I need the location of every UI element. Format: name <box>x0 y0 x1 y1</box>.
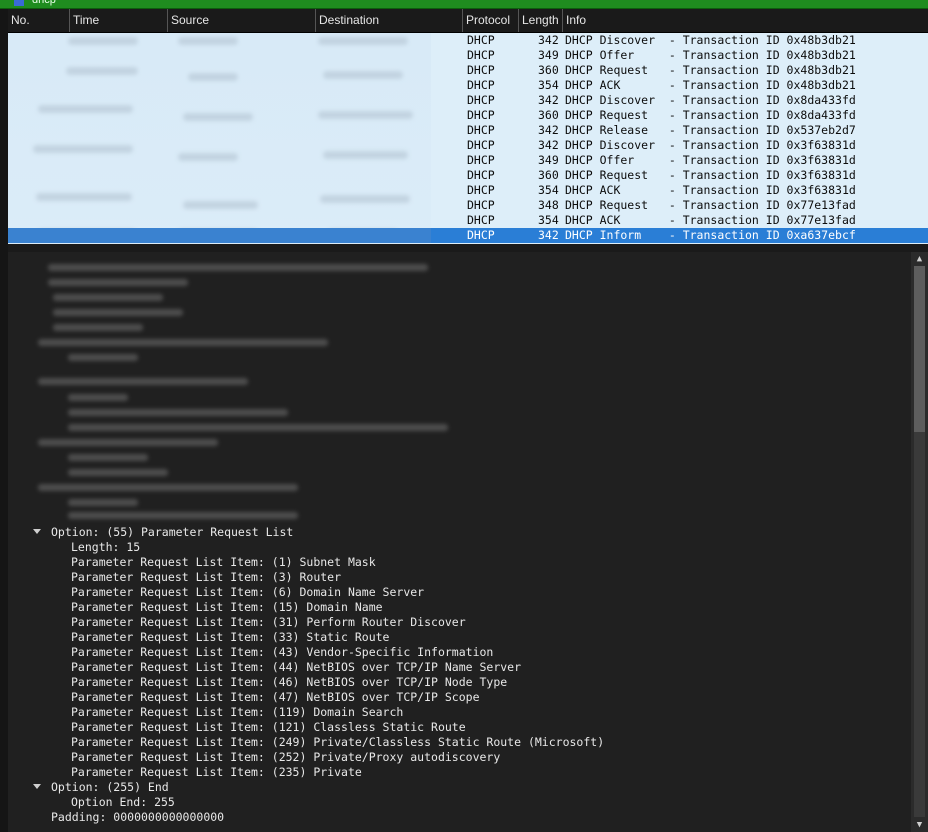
column-header-source[interactable]: Source <box>168 9 316 32</box>
packet-protocol: DHCP <box>467 123 495 137</box>
packet-row[interactable]: DHCP 354 DHCP ACK - Transaction ID 0x3f638… <box>8 183 928 198</box>
packet-length: 342 <box>538 123 559 137</box>
packet-row[interactable]: DHCP 348 DHCP Request - Transaction ID 0x7… <box>8 198 928 213</box>
redacted-detail-tree <box>8 252 453 522</box>
packet-info: DHCP Request - Transaction ID 0x8da433fd <box>565 108 856 122</box>
option-55-node[interactable]: Option: (55) Parameter Request List <box>51 525 293 540</box>
column-header-destination[interactable]: Destination <box>316 9 463 32</box>
packet-info: DHCP ACK - Transaction ID 0x48b3db21 <box>565 78 856 92</box>
option-55-length[interactable]: Length: 15 <box>71 540 140 555</box>
bookmark-icon[interactable] <box>14 0 24 6</box>
packet-length: 354 <box>538 78 559 92</box>
packet-length: 354 <box>538 183 559 197</box>
packet-protocol: DHCP <box>467 198 495 212</box>
packet-protocol: DHCP <box>467 63 495 77</box>
packet-protocol: DHCP <box>467 183 495 197</box>
desktop-edge <box>0 0 8 832</box>
packet-protocol: DHCP <box>467 138 495 152</box>
scroll-up-arrow-icon[interactable]: ▲ <box>911 252 928 266</box>
packet-protocol: DHCP <box>467 153 495 167</box>
display-filter-bar[interactable]: dhcp <box>0 0 928 9</box>
parameter-request-list-item[interactable]: Parameter Request List Item: (6) Domain … <box>71 585 424 600</box>
packet-info: DHCP Offer - Transaction ID 0x48b3db21 <box>565 48 856 62</box>
packet-protocol: DHCP <box>467 108 495 122</box>
parameter-request-list-item[interactable]: Parameter Request List Item: (252) Priva… <box>71 750 500 765</box>
parameter-request-list-item[interactable]: Parameter Request List Item: (46) NetBIO… <box>71 675 507 690</box>
packet-row[interactable]: DHCP 342 DHCP Discover - Transaction ID 0x… <box>8 93 928 108</box>
packet-length: 360 <box>538 63 559 77</box>
packet-row[interactable]: DHCP 354 DHCP ACK - Transaction ID 0x77e13… <box>8 213 928 228</box>
parameter-request-list-item[interactable]: Parameter Request List Item: (235) Priva… <box>71 765 362 780</box>
packet-protocol: DHCP <box>467 228 495 242</box>
packet-protocol: DHCP <box>467 168 495 182</box>
padding-value[interactable]: Padding: 0000000000000000 <box>51 810 224 825</box>
collapse-caret-icon[interactable] <box>33 784 41 789</box>
packet-length: 342 <box>538 33 559 47</box>
packet-details-pane[interactable]: Option: (55) Parameter Request List Leng… <box>8 252 911 832</box>
packet-info: DHCP Discover - Transaction ID 0x3f63831… <box>565 138 856 152</box>
packet-row[interactable]: DHCP 349 DHCP Offer - Transaction ID 0x3f6… <box>8 153 928 168</box>
details-scrollbar[interactable]: ▲ ▼ <box>911 252 928 832</box>
packet-info: DHCP Request - Transaction ID 0x3f63831d <box>565 168 856 182</box>
packet-protocol: DHCP <box>467 93 495 107</box>
packet-list-hscroll <box>8 244 928 252</box>
packet-row[interactable]: DHCP 360 DHCP Request - Transaction ID 0x8… <box>8 108 928 123</box>
packet-row[interactable]: DHCP 342 DHCP Discover - Transaction ID 0x… <box>8 33 928 48</box>
packet-length: 342 <box>538 228 559 242</box>
parameter-request-list-item[interactable]: Parameter Request List Item: (15) Domain… <box>71 600 383 615</box>
packet-list-header: No. Time Source Destination Protocol Len… <box>8 9 928 33</box>
packet-info: DHCP Offer - Transaction ID 0x3f63831d <box>565 153 856 167</box>
packet-length: 360 <box>538 108 559 122</box>
packet-length: 342 <box>538 93 559 107</box>
column-header-info[interactable]: Info <box>563 9 928 32</box>
packet-row[interactable]: DHCP 349 DHCP Offer - Transaction ID 0x48b… <box>8 48 928 63</box>
packet-info: DHCP ACK - Transaction ID 0x77e13fad <box>565 213 856 227</box>
scrollbar-thumb[interactable] <box>914 266 925 432</box>
packet-protocol: DHCP <box>467 213 495 227</box>
parameter-request-list-item[interactable]: Parameter Request List Item: (121) Class… <box>71 720 466 735</box>
packet-protocol: DHCP <box>467 48 495 62</box>
column-header-time[interactable]: Time <box>70 9 168 32</box>
packet-length: 349 <box>538 153 559 167</box>
packet-row[interactable]: DHCP 354 DHCP ACK - Transaction ID 0x48b3d… <box>8 78 928 93</box>
option-255-node[interactable]: Option: (255) End <box>51 780 169 795</box>
collapse-caret-icon[interactable] <box>33 529 41 534</box>
column-header-no[interactable]: No. <box>8 9 70 32</box>
scroll-down-arrow-icon[interactable]: ▼ <box>911 818 928 832</box>
packet-info: DHCP Discover - Transaction ID 0x48b3db2… <box>565 33 856 47</box>
packet-protocol: DHCP <box>467 33 495 47</box>
scrollbar-track[interactable] <box>914 432 925 817</box>
packet-length: 354 <box>538 213 559 227</box>
packet-protocol: DHCP <box>467 78 495 92</box>
parameter-request-list-item[interactable]: Parameter Request List Item: (43) Vendor… <box>71 645 493 660</box>
packet-length: 349 <box>538 48 559 62</box>
column-header-length[interactable]: Length <box>519 9 563 32</box>
packet-row[interactable]: DHCP 342 DHCP Discover - Transaction ID 0x… <box>8 138 928 153</box>
packet-length: 360 <box>538 168 559 182</box>
packet-info: DHCP Discover - Transaction ID 0x8da433f… <box>565 93 856 107</box>
packet-length: 348 <box>538 198 559 212</box>
parameter-request-list-item[interactable]: Parameter Request List Item: (3) Router <box>71 570 341 585</box>
packet-info: DHCP ACK - Transaction ID 0x3f63831d <box>565 183 856 197</box>
packet-list[interactable]: No. Time Source Destination Protocol Len… <box>8 9 928 252</box>
parameter-request-list-item[interactable]: Parameter Request List Item: (33) Static… <box>71 630 390 645</box>
packet-info: DHCP Release - Transaction ID 0x537eb2d7 <box>565 123 856 137</box>
packet-row[interactable]: DHCP 342 DHCP Release - Transaction ID 0x5… <box>8 123 928 138</box>
packet-info: DHCP Request - Transaction ID 0x48b3db21 <box>565 63 856 77</box>
packet-length: 342 <box>538 138 559 152</box>
packet-info: DHCP Request - Transaction ID 0x77e13fad <box>565 198 856 212</box>
packet-info: DHCP Inform - Transaction ID 0xa637ebcf <box>565 228 856 242</box>
parameter-request-list-item[interactable]: Parameter Request List Item: (44) NetBIO… <box>71 660 521 675</box>
option-end-value[interactable]: Option End: 255 <box>71 795 175 810</box>
parameter-request-list-item[interactable]: Parameter Request List Item: (47) NetBIO… <box>71 690 480 705</box>
display-filter-input[interactable]: dhcp <box>32 0 56 6</box>
parameter-request-list-item[interactable]: Parameter Request List Item: (119) Domai… <box>71 705 403 720</box>
column-header-protocol[interactable]: Protocol <box>463 9 519 32</box>
parameter-request-list-item[interactable]: Parameter Request List Item: (31) Perfor… <box>71 615 466 630</box>
packet-row[interactable]: DHCP 342 DHCP Inform - Transaction ID 0xa6… <box>8 228 928 243</box>
packet-row[interactable]: DHCP 360 DHCP Request - Transaction ID 0x3… <box>8 168 928 183</box>
parameter-request-list-item[interactable]: Parameter Request List Item: (249) Priva… <box>71 735 604 750</box>
parameter-request-list-item[interactable]: Parameter Request List Item: (1) Subnet … <box>71 555 376 570</box>
packet-row[interactable]: DHCP 360 DHCP Request - Transaction ID 0x4… <box>8 63 928 78</box>
